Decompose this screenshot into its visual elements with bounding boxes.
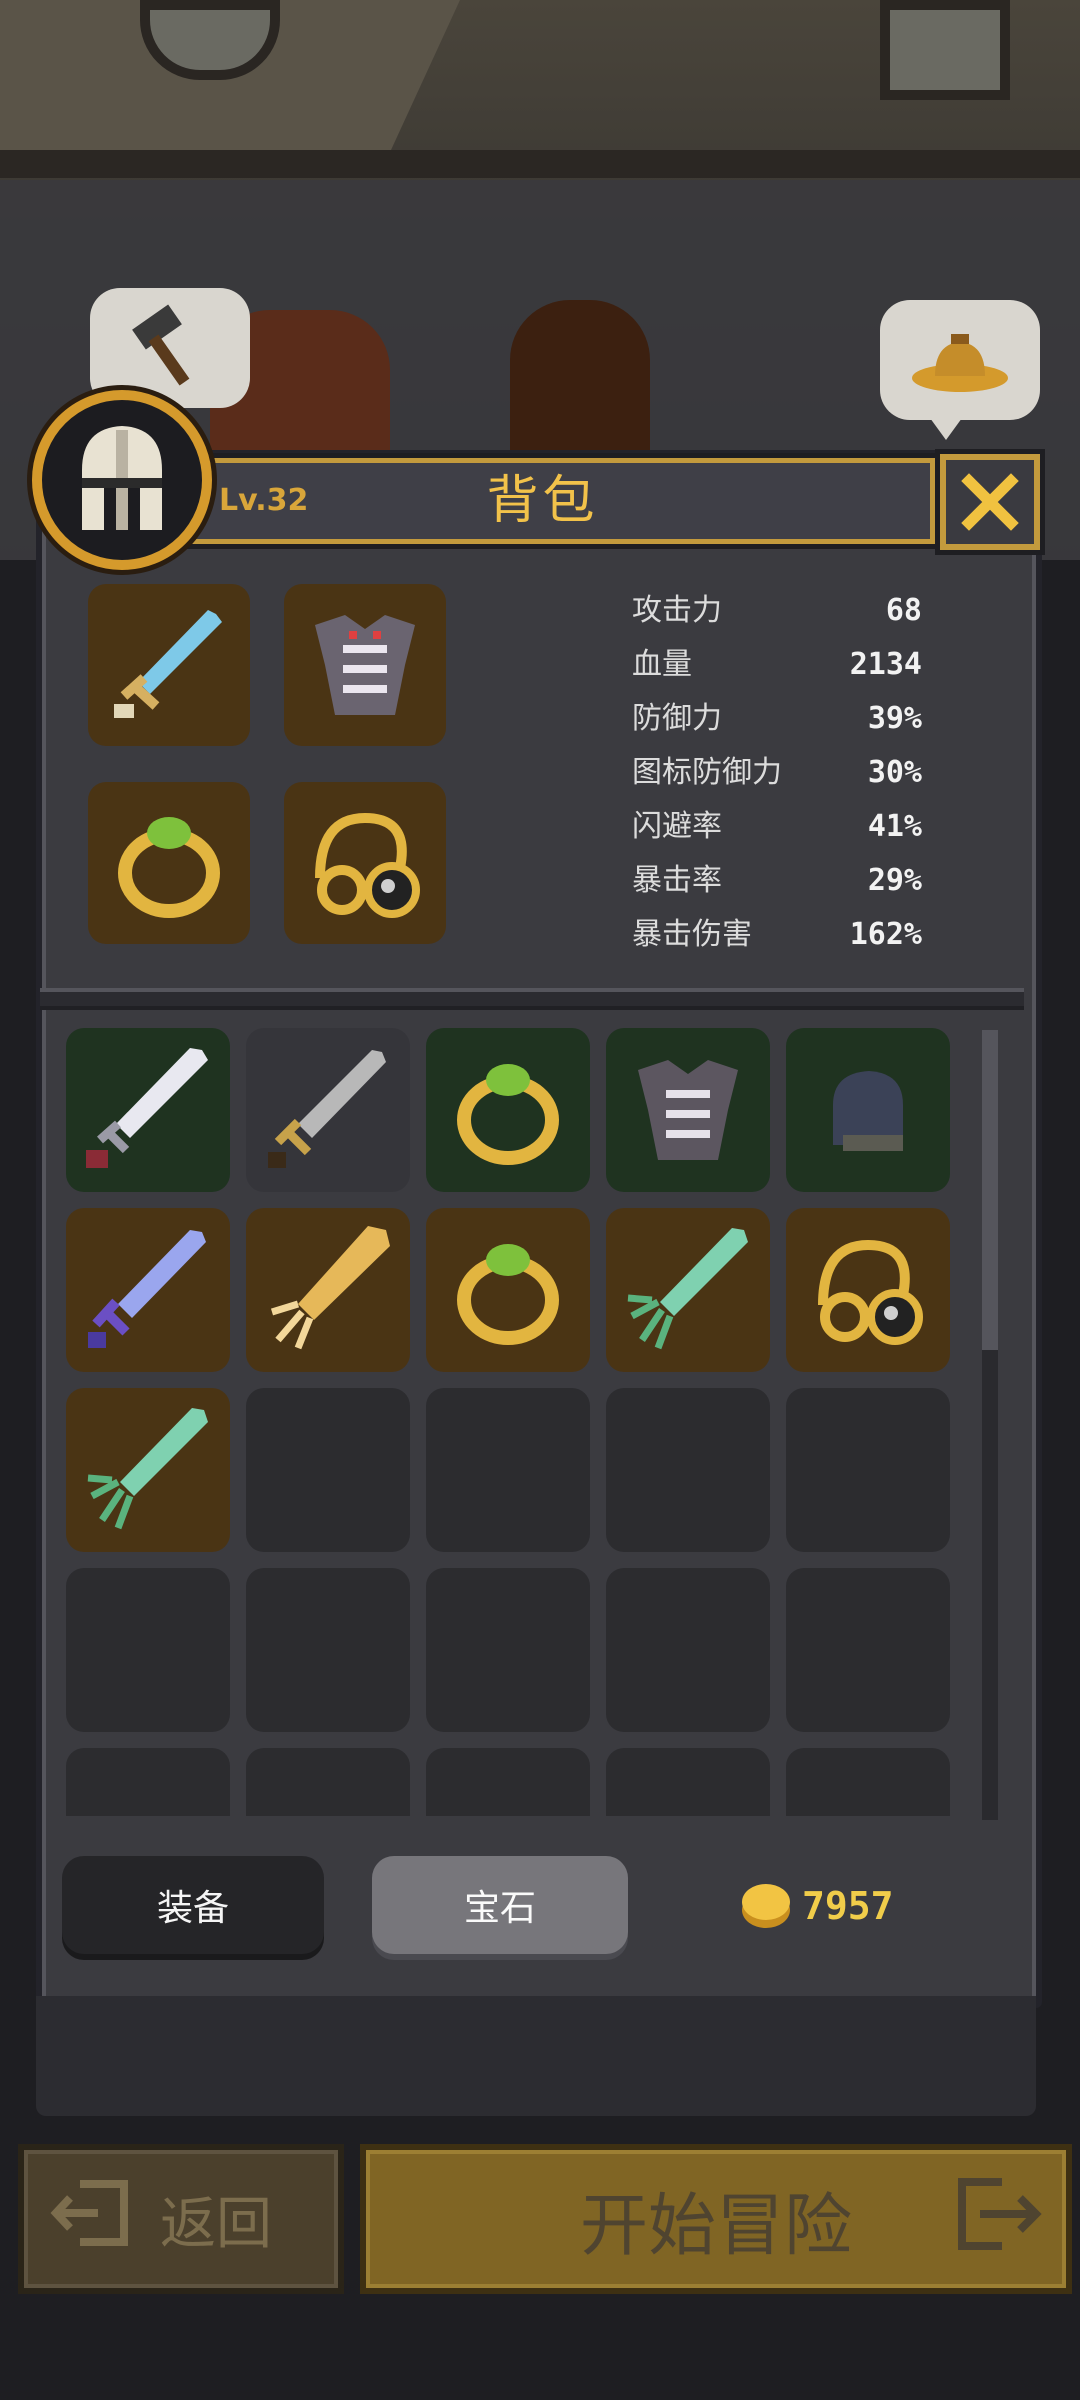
white-sword-icon xyxy=(86,1048,208,1168)
money-bag-icon xyxy=(912,334,1008,392)
golden-sword-icon xyxy=(270,1226,390,1350)
empty-slot[interactable] xyxy=(786,1748,950,1816)
inventory-slot[interactable] xyxy=(786,1028,950,1192)
gold-amulet-icon xyxy=(315,812,420,918)
inventory-grid xyxy=(66,1028,956,1816)
inventory-slot[interactable] xyxy=(66,1388,230,1552)
empty-slot[interactable] xyxy=(606,1568,770,1732)
empty-slot[interactable] xyxy=(66,1748,230,1816)
tab-gems[interactable]: 宝石 xyxy=(372,1856,628,1954)
stat-icon-defense: 图标防御力 30% xyxy=(632,755,922,790)
inventory-slot[interactable] xyxy=(66,1208,230,1372)
gold-amount: 7957 xyxy=(802,1884,894,1928)
close-button[interactable] xyxy=(940,454,1040,550)
close-icon xyxy=(961,473,1019,531)
stat-defense: 防御力 39% xyxy=(632,701,922,736)
stat-dodge: 闪避率 41% xyxy=(632,809,922,844)
empty-slot[interactable] xyxy=(66,1568,230,1732)
stat-crit-damage: 暴击伤害 162% xyxy=(632,917,922,948)
emerald-ring-icon xyxy=(457,1064,559,1165)
panel-divider xyxy=(40,988,1024,1010)
empty-slot[interactable] xyxy=(426,1388,590,1552)
dark-helmet-icon xyxy=(833,1071,903,1151)
merchant-bubble[interactable] xyxy=(880,300,1040,440)
player-avatar[interactable] xyxy=(32,390,212,570)
hammer-icon xyxy=(132,304,190,386)
inventory-slot[interactable] xyxy=(786,1208,950,1372)
equipped-armor-slot[interactable] xyxy=(284,584,446,746)
gold-amulet-icon xyxy=(818,1239,923,1345)
knight-helmet-icon xyxy=(82,426,162,530)
equipped-ring-slot[interactable] xyxy=(88,782,250,944)
emerald-ring-icon xyxy=(118,817,220,918)
inventory-slot[interactable] xyxy=(426,1208,590,1372)
stat-crit-rate: 暴击率 29% xyxy=(632,863,922,898)
bone-armor-icon xyxy=(315,615,415,715)
inventory-slot[interactable] xyxy=(606,1028,770,1192)
empty-slot[interactable] xyxy=(606,1388,770,1552)
scrollbar-thumb[interactable] xyxy=(982,1030,998,1350)
jade-sword-icon xyxy=(87,1408,208,1530)
emerald-ring-icon xyxy=(457,1244,559,1345)
empty-slot[interactable] xyxy=(246,1388,410,1552)
enter-icon xyxy=(958,2178,1042,2250)
inventory-slot[interactable] xyxy=(606,1208,770,1372)
bone-armor-icon xyxy=(638,1060,738,1160)
crystal-sword-icon xyxy=(114,610,222,718)
steel-sword-icon xyxy=(268,1050,386,1168)
gold-coin-icon xyxy=(742,1884,790,1928)
equipped-weapon-slot[interactable] xyxy=(88,584,250,746)
empty-slot[interactable] xyxy=(786,1388,950,1552)
stats-list: 攻击力 68 血量 2134 防御力 39% 图标防御力 30% 闪避率 41% 暴击率 2… xyxy=(632,584,922,948)
stat-hp: 血量 2134 xyxy=(632,647,922,682)
inventory-slot[interactable] xyxy=(246,1028,410,1192)
empty-slot[interactable] xyxy=(246,1748,410,1816)
back-label: 返回 xyxy=(160,2191,272,2257)
empty-slot[interactable] xyxy=(426,1748,590,1816)
empty-slot[interactable] xyxy=(606,1748,770,1816)
tab-equipment[interactable]: 装备 xyxy=(62,1856,324,1954)
exit-icon xyxy=(50,2180,128,2246)
inventory-slot[interactable] xyxy=(66,1028,230,1192)
violet-sword-icon xyxy=(88,1230,206,1348)
equipped-amulet-slot[interactable] xyxy=(284,782,446,944)
inventory-slot[interactable] xyxy=(246,1208,410,1372)
page-title: 背包 xyxy=(486,471,599,531)
empty-slot[interactable] xyxy=(426,1568,590,1732)
jade-sword-icon xyxy=(627,1228,748,1350)
gold-counter: 7957 xyxy=(740,1874,894,1938)
empty-slot[interactable] xyxy=(786,1568,950,1732)
start-label: 开始冒险 xyxy=(579,2186,852,2266)
empty-slot[interactable] xyxy=(246,1568,410,1732)
back-button[interactable]: 返回 xyxy=(18,2144,344,2294)
inventory-slot[interactable] xyxy=(426,1028,590,1192)
title-bar: Lv.32 背包 xyxy=(150,458,935,544)
start-adventure-button[interactable]: 开始冒险 xyxy=(360,2144,1072,2294)
stat-attack: 攻击力 68 xyxy=(632,593,922,628)
